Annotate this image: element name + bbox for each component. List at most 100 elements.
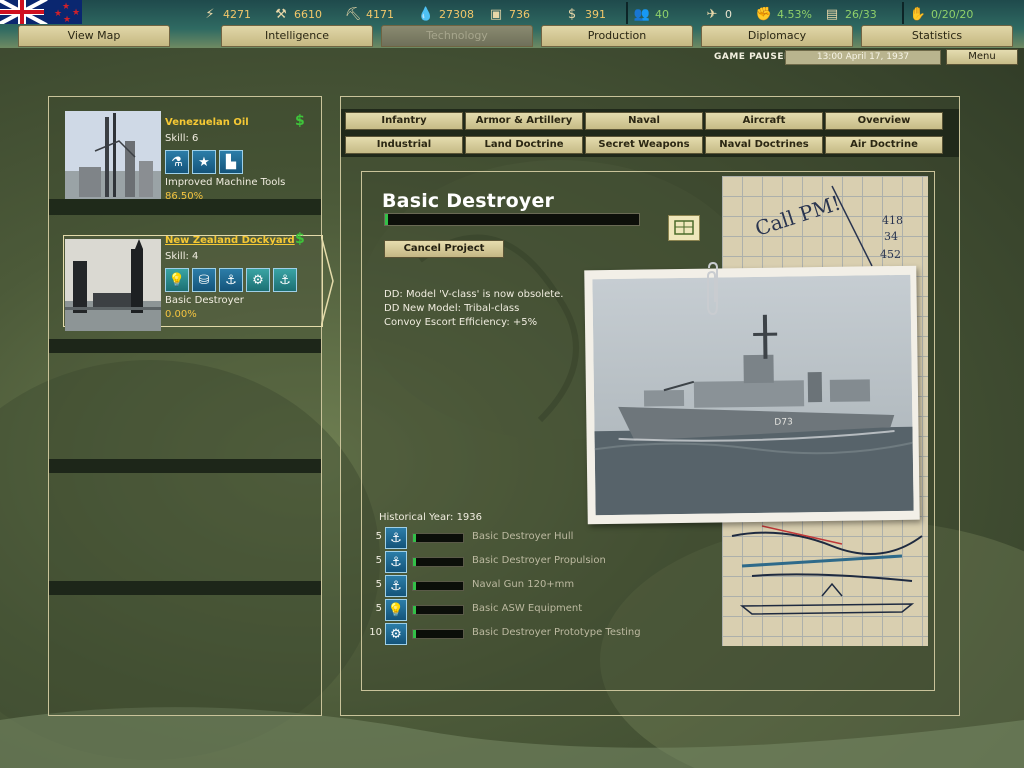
research-slot-1[interactable]: Venezuelan Oil $ Skill: 6 ⚗ ★ ▙ Improved… [49, 97, 321, 215]
category-infantry[interactable]: Infantry [345, 112, 463, 130]
component-progress-bar [412, 605, 464, 615]
industry-icon: ▤ [825, 6, 839, 22]
tech-effect: DD: Model 'V-class' is now obsolete. [384, 289, 564, 300]
gears-icon: ⚙ [385, 623, 407, 645]
anchor-gun-icon: ⚓ [273, 268, 297, 292]
union-jack-icon [0, 0, 48, 24]
component-name: Basic Destroyer Propulsion [472, 555, 606, 566]
energy-resource: ⚡ 4271 [202, 5, 251, 23]
historical-year: Historical Year: 1936 [379, 512, 483, 523]
team-specialties: ⚗ ★ ▙ [165, 150, 243, 174]
bulb-icon: 💡 [385, 599, 407, 621]
component-name: Basic ASW Equipment [472, 603, 583, 614]
category-land-doctrine[interactable]: Land Doctrine [465, 136, 583, 154]
metal-resource: ⚒ 6610 [273, 5, 322, 23]
team-specialties: 💡 ⛁ ⚓ ⚙ ⚓ [165, 268, 297, 292]
component-progress-bar [412, 533, 464, 543]
team-name: Venezuelan Oil [165, 117, 249, 128]
team-progress: 0.00% [165, 309, 197, 320]
star-icon: ★ [192, 150, 216, 174]
tab-production[interactable]: Production [541, 25, 693, 47]
empty-slot-bar[interactable] [49, 581, 321, 595]
flask-icon: ⚗ [165, 150, 189, 174]
category-air-doctrine[interactable]: Air Doctrine [825, 136, 943, 154]
component-row: 5 ⚓ Naval Gun 120+mm [366, 575, 666, 597]
slot-separator [49, 199, 321, 215]
diplomacy-resource: ✋ 0/20/20 [909, 6, 974, 22]
paperclip-icon [707, 262, 718, 316]
menu-button[interactable]: Menu [946, 49, 1018, 65]
blueprint-icon[interactable] [668, 215, 700, 241]
rare-materials-icon: ⛏ [344, 6, 362, 22]
note-number: 34 [884, 230, 898, 243]
tab-diplomacy[interactable]: Diplomacy [701, 25, 853, 47]
research-slot-2[interactable]: New Zealand Dockyard $ Skill: 4 💡 ⛁ ⚓ ⚙ … [49, 231, 334, 351]
tech-progress-bar [384, 213, 640, 226]
engine-icon: ⛁ [192, 268, 216, 292]
component-difficulty: 5 [375, 531, 382, 542]
tech-effect: Convoy Escort Efficiency: +5% [384, 317, 538, 328]
oil-icon: 💧 [417, 6, 435, 22]
component-row: 10 ⚙ Basic Destroyer Prototype Testing [366, 623, 666, 645]
metal-icon: ⚒ [275, 6, 287, 22]
tab-statistics[interactable]: Statistics [861, 25, 1013, 47]
cancel-project-button[interactable]: Cancel Project [384, 240, 504, 258]
component-progress-bar [412, 581, 464, 591]
energy-icon: ⚡ [205, 6, 215, 22]
gears-icon: ⚙ [246, 268, 270, 292]
selected-arrow-icon [321, 235, 334, 327]
nation-flag[interactable]: ★ ★ ★ ★ [0, 0, 82, 24]
component-difficulty: 10 [369, 627, 382, 638]
component-name: Basic Destroyer Prototype Testing [472, 627, 641, 638]
category-naval[interactable]: Naval [585, 112, 703, 130]
supplies-resource: ▣ 736 [489, 6, 530, 22]
category-naval-doctrines[interactable]: Naval Doctrines [705, 136, 823, 154]
game-paused-label: GAME PAUSED [714, 52, 792, 62]
team-photo-oil-refinery [65, 111, 161, 207]
team-current-task: Basic Destroyer [165, 295, 244, 306]
resource-divider [902, 2, 904, 24]
note-number: 452 [880, 248, 901, 261]
game-date[interactable]: 13:00 April 17, 1937 [785, 50, 941, 65]
tech-effect: DD New Model: Tribal-class [384, 303, 520, 314]
category-industrial[interactable]: Industrial [345, 136, 463, 154]
anchor-icon: ⚓ [219, 268, 243, 292]
component-difficulty: 5 [375, 603, 382, 614]
category-armor-artillery[interactable]: Armor & Artillery [465, 112, 583, 130]
anchor-icon: ⚓ [385, 527, 407, 549]
tech-title: Basic Destroyer [382, 190, 555, 212]
component-difficulty: 5 [375, 579, 382, 590]
oil-resource: 💧 27308 [417, 6, 474, 22]
rare-materials-resource: ⛏ 4171 [344, 6, 394, 22]
team-skill: Skill: 6 [165, 133, 199, 144]
money-icon: $ [295, 231, 305, 247]
tab-intelligence[interactable]: Intelligence [221, 25, 373, 47]
hull-number: D73 [774, 417, 793, 427]
transports-icon: ✈ [706, 6, 718, 22]
tab-view-map[interactable]: View Map [18, 25, 170, 47]
tab-technology[interactable]: Technology [381, 25, 533, 47]
manpower-icon: 👥 [633, 6, 651, 22]
category-secret-weapons[interactable]: Secret Weapons [585, 136, 703, 154]
slot-separator [49, 339, 321, 353]
component-name: Basic Destroyer Hull [472, 531, 574, 542]
team-skill: Skill: 4 [165, 251, 199, 262]
component-row: 5 ⚓ Basic Destroyer Propulsion [366, 551, 666, 573]
anchor-gun-icon: ⚓ [385, 575, 407, 597]
manpower-resource: 👥 40 [633, 6, 669, 22]
dissent-icon: ✊ [755, 6, 773, 22]
anchor-icon: ⚓ [385, 551, 407, 573]
component-progress-bar [412, 557, 464, 567]
diplomacy-icon: ✋ [909, 6, 927, 22]
note-number: 418 [882, 214, 903, 227]
bulb-icon: 💡 [165, 268, 189, 292]
category-overview[interactable]: Overview [825, 112, 943, 130]
empty-slot-bar[interactable] [49, 459, 321, 473]
factory-icon: ▙ [219, 150, 243, 174]
tech-progress-fill [385, 214, 388, 225]
component-progress-bar [412, 629, 464, 639]
component-name: Naval Gun 120+mm [472, 579, 575, 590]
category-aircraft[interactable]: Aircraft [705, 112, 823, 130]
money-icon: $ [295, 113, 305, 129]
money-icon: $ [567, 6, 577, 22]
